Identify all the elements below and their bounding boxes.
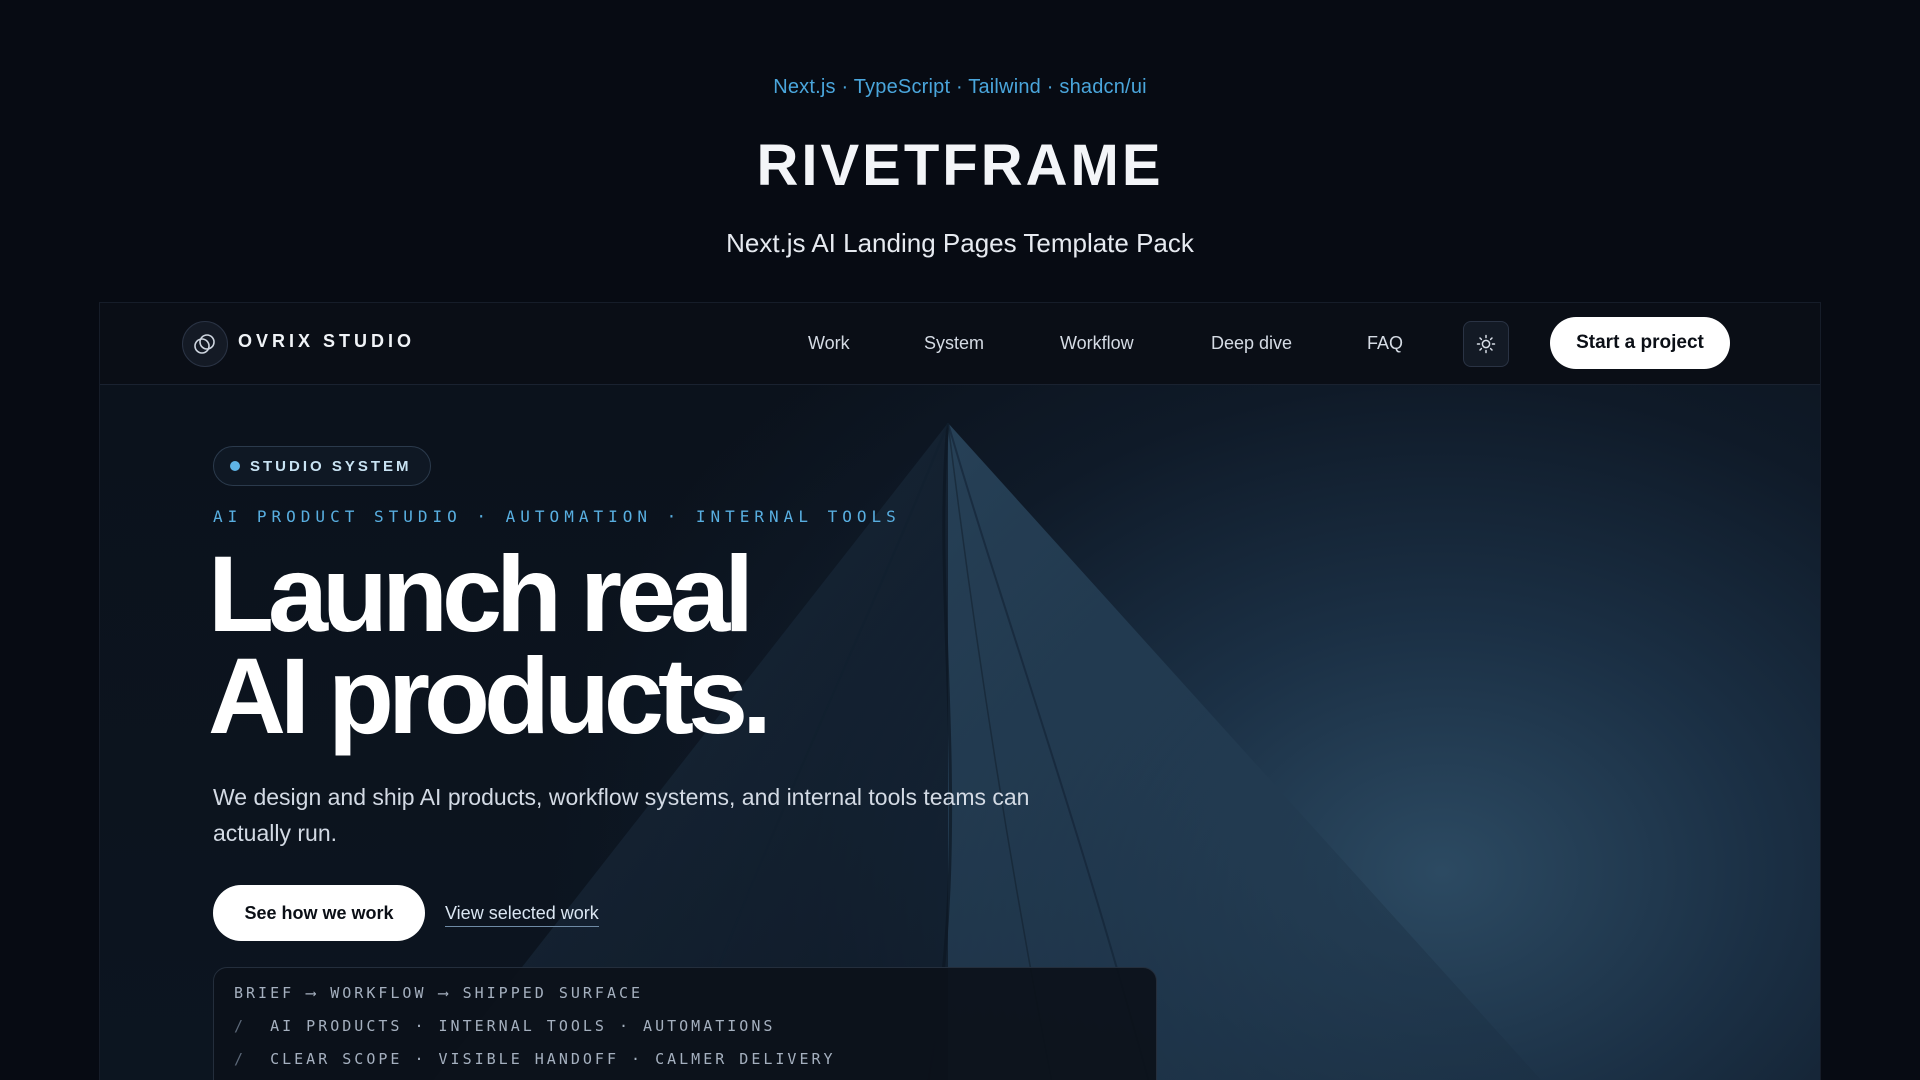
- logo-icon[interactable]: [182, 321, 228, 367]
- nav-link-deep-dive[interactable]: Deep dive: [1211, 333, 1292, 354]
- see-how-we-work-button[interactable]: See how we work: [213, 885, 425, 941]
- terminal-line-2-text: AI PRODUCTS · INTERNAL TOOLS · AUTOMATIO…: [270, 1017, 776, 1035]
- view-selected-work-link[interactable]: View selected work: [445, 903, 599, 927]
- terminal-line-3-text: CLEAR SCOPE · VISIBLE HANDOFF · CALMER D…: [270, 1050, 836, 1068]
- product-subtitle: Next.js AI Landing Pages Template Pack: [726, 228, 1194, 258]
- badge-label: STUDIO SYSTEM: [250, 457, 412, 475]
- theme-toggle-button[interactable]: [1463, 321, 1509, 367]
- start-project-button[interactable]: Start a project: [1550, 317, 1730, 369]
- headline-line-2: AI products.: [208, 635, 772, 756]
- terminal-prefix: /: [234, 1050, 247, 1068]
- hero-description: We design and ship AI products, workflow…: [213, 784, 1030, 846]
- terminal-line-2: / AI PRODUCTS · INTERNAL TOOLS · AUTOMAT…: [234, 1017, 775, 1035]
- site-preview-frame: OVRIX STUDIO Work System Workflow Deep d…: [99, 302, 1821, 1080]
- promo-header: Next.js · TypeScript · Tailwind · shadcn…: [0, 0, 1920, 300]
- studio-system-badge: STUDIO SYSTEM: [213, 446, 431, 486]
- nav-link-system[interactable]: System: [924, 333, 984, 354]
- nav-link-work[interactable]: Work: [808, 333, 850, 354]
- terminal-prefix: /: [234, 1017, 247, 1035]
- nav-link-workflow[interactable]: Workflow: [1060, 333, 1134, 354]
- hero-headline: Launch real AI products.: [208, 533, 772, 756]
- status-dot: [230, 461, 240, 471]
- sun-icon: [1476, 334, 1496, 354]
- terminal-line-3: / CLEAR SCOPE · VISIBLE HANDOFF · CALMER…: [234, 1050, 836, 1068]
- headline-line-1: Launch real: [208, 533, 754, 654]
- product-title: RIVETFRAME: [756, 133, 1164, 198]
- logo-text[interactable]: OVRIX STUDIO: [238, 331, 415, 352]
- nav-link-faq[interactable]: FAQ: [1367, 333, 1403, 354]
- process-terminal-card: BRIEF ⟶ WORKFLOW ⟶ SHIPPED SURFACE / AI …: [213, 967, 1157, 1080]
- tech-stack-line: Next.js · TypeScript · Tailwind · shadcn…: [773, 76, 1147, 98]
- site-navbar: OVRIX STUDIO Work System Workflow Deep d…: [100, 303, 1820, 385]
- terminal-line-1: BRIEF ⟶ WORKFLOW ⟶ SHIPPED SURFACE: [234, 984, 644, 1002]
- hero-eyebrow: AI PRODUCT STUDIO · AUTOMATION · INTERNA…: [213, 507, 901, 526]
